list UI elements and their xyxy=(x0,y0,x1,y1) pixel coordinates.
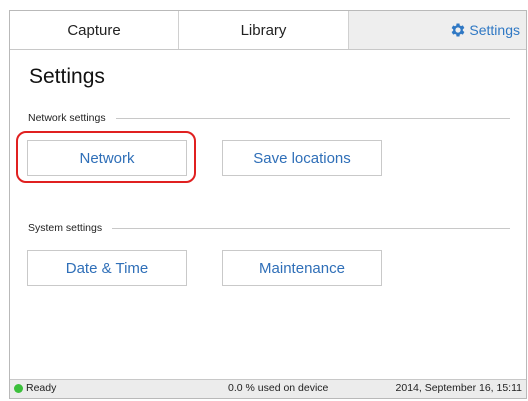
date-time-button-label: Date & Time xyxy=(65,259,149,277)
tab-capture[interactable]: Capture xyxy=(10,11,179,49)
page-title: Settings xyxy=(29,65,105,88)
status-datetime: 2014, September 16, 15:11 xyxy=(395,382,522,394)
status-dot-icon xyxy=(14,383,23,393)
network-settings-label: Network settings xyxy=(28,112,106,124)
tab-settings-label: Settings xyxy=(469,22,520,38)
status-ready: Ready xyxy=(14,382,56,394)
app-window: Capture Library Settings Settings Networ… xyxy=(9,10,527,399)
save-locations-button[interactable]: Save locations xyxy=(222,140,382,176)
network-settings-section: Network settings xyxy=(28,112,510,124)
section-divider xyxy=(112,227,510,229)
status-bar: Ready 0.0 % used on device 2014, Septemb… xyxy=(10,379,526,398)
tab-settings[interactable]: Settings xyxy=(449,11,520,49)
system-settings-section: System settings xyxy=(28,222,510,234)
date-time-button[interactable]: Date & Time xyxy=(27,250,187,286)
gear-icon xyxy=(452,23,465,37)
tab-library[interactable]: Library xyxy=(179,11,349,49)
network-button-label: Network xyxy=(79,149,135,167)
tab-library-label: Library xyxy=(240,21,287,39)
section-divider xyxy=(115,117,510,119)
tab-capture-label: Capture xyxy=(67,21,121,39)
storage-usage: 0.0 % used on device xyxy=(228,382,329,394)
save-locations-button-label: Save locations xyxy=(253,149,351,167)
system-settings-label: System settings xyxy=(28,222,103,234)
status-ready-label: Ready xyxy=(26,382,57,394)
maintenance-button-label: Maintenance xyxy=(259,259,345,277)
maintenance-button[interactable]: Maintenance xyxy=(222,250,382,286)
tab-bar: Capture Library Settings xyxy=(10,11,526,50)
network-button[interactable]: Network xyxy=(27,140,187,176)
